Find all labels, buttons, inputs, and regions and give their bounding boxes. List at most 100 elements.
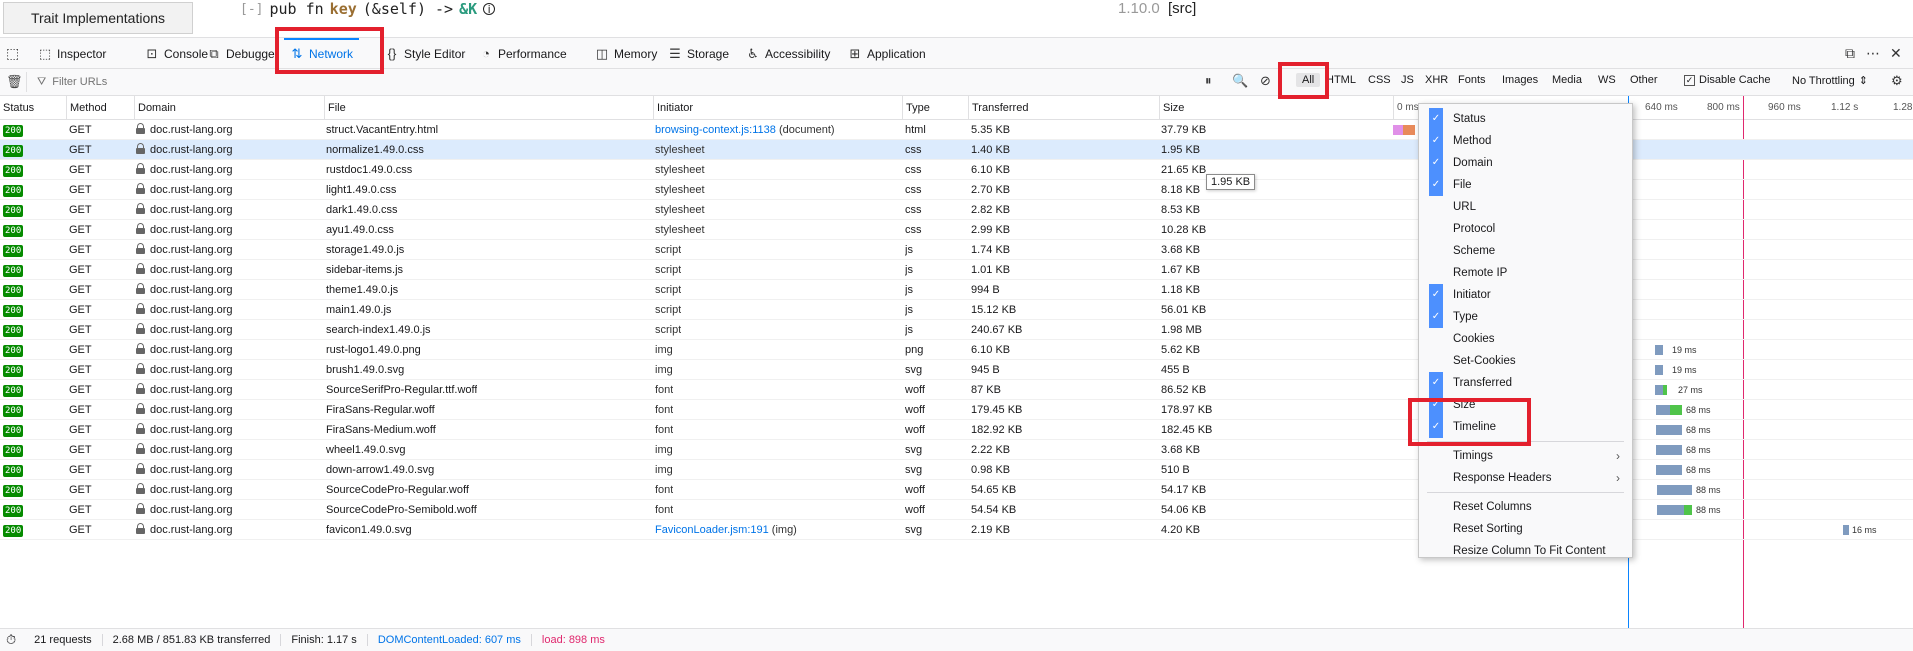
menu-item-remote-ip[interactable]: Remote IP bbox=[1419, 262, 1632, 284]
stopwatch-icon[interactable]: ⏱ bbox=[0, 632, 24, 648]
type-cell: js bbox=[905, 324, 913, 336]
menu-item-protocol[interactable]: Protocol bbox=[1419, 218, 1632, 240]
tab-performance[interactable]: ◔ Performance bbox=[479, 38, 567, 69]
initiator-link[interactable]: FaviconLoader.jsm:191 bbox=[655, 524, 769, 536]
menu-action-reset-columns[interactable]: Reset Columns bbox=[1419, 496, 1632, 518]
menu-action-reset-sorting[interactable]: Reset Sorting bbox=[1419, 518, 1632, 540]
initiator-cell: img bbox=[655, 460, 673, 480]
type-cell: woff bbox=[905, 404, 925, 416]
chevron-right-icon: › bbox=[1616, 449, 1620, 463]
disable-cache-checkbox[interactable]: ✓ Disable Cache bbox=[1684, 74, 1771, 86]
dock-options-icon[interactable]: ⧉ bbox=[1845, 45, 1855, 62]
menu-item-status[interactable]: ✓ Status bbox=[1419, 108, 1632, 130]
menu-item-set-cookies[interactable]: Set-Cookies bbox=[1419, 350, 1632, 372]
col-size[interactable]: Size bbox=[1159, 96, 1393, 120]
lock-icon bbox=[136, 123, 145, 134]
filter-type-ws[interactable]: WS bbox=[1598, 74, 1616, 86]
tab-inspector[interactable]: ⬚ Inspector bbox=[38, 38, 107, 69]
initiator-link[interactable]: browsing-context.js:1138 bbox=[655, 124, 776, 136]
type-cell: svg bbox=[905, 524, 923, 536]
filter-type-images[interactable]: Images bbox=[1502, 74, 1538, 86]
status-cell: 200 bbox=[3, 320, 24, 340]
collapse-toggle[interactable]: [-] bbox=[240, 2, 263, 17]
menu-item-transferred[interactable]: ✓ Transferred bbox=[1419, 372, 1632, 394]
initiator-text: script bbox=[655, 284, 682, 296]
tab-memory[interactable]: ◫ Memory bbox=[595, 38, 658, 69]
info-icon[interactable]: i bbox=[483, 3, 496, 16]
filter-type-xhr[interactable]: XHR bbox=[1425, 74, 1448, 86]
col-domain[interactable]: Domain bbox=[134, 96, 324, 120]
tab-application[interactable]: ⊞ Application bbox=[848, 38, 926, 69]
src-link[interactable]: [src] bbox=[1168, 0, 1196, 17]
lock-icon bbox=[136, 483, 145, 494]
timing-label: 88 ms bbox=[1696, 505, 1721, 515]
size-cell: 10.28 KB bbox=[1161, 224, 1207, 236]
initiator-text: font bbox=[655, 424, 674, 436]
tab-accessibility[interactable]: ♿ Accessibility bbox=[746, 38, 830, 69]
col-file[interactable]: File bbox=[324, 96, 653, 120]
trash-icon[interactable]: 🗑 bbox=[6, 74, 23, 90]
menu-item-method[interactable]: ✓ Method bbox=[1419, 130, 1632, 152]
col-method[interactable]: Method bbox=[66, 96, 134, 120]
status-cell: 200 bbox=[3, 360, 24, 380]
menu-item-type[interactable]: ✓ Type bbox=[1419, 306, 1632, 328]
col-initiator[interactable]: Initiator bbox=[653, 96, 902, 120]
file-cell: SourceSerifPro-Regular.ttf.woff bbox=[326, 384, 478, 396]
tab-style-editor[interactable]: {} Style Editor bbox=[385, 38, 466, 69]
initiator-text: stylesheet bbox=[655, 144, 705, 156]
close-icon[interactable]: ✕ bbox=[1890, 45, 1902, 62]
block-icon[interactable]: ⊘ bbox=[1260, 73, 1271, 89]
timing-bar bbox=[1403, 125, 1415, 135]
filter-type-html[interactable]: HTML bbox=[1326, 74, 1356, 86]
menu-action-resize-column-to-fit-content[interactable]: Resize Column To Fit Content bbox=[1419, 540, 1632, 562]
tab-console[interactable]: ⊡ Console bbox=[145, 38, 208, 69]
return-type[interactable]: &K bbox=[459, 0, 477, 18]
col-status[interactable]: Status bbox=[0, 96, 66, 120]
menu-item-label: Transferred bbox=[1453, 377, 1513, 389]
filter-type-other[interactable]: Other bbox=[1630, 74, 1658, 86]
domain-text: doc.rust-lang.org bbox=[150, 384, 233, 396]
type-cell: html bbox=[905, 124, 926, 136]
menu-item-initiator[interactable]: ✓ Initiator bbox=[1419, 284, 1632, 306]
method-cell: GET bbox=[69, 324, 92, 336]
filter-type-fonts[interactable]: Fonts bbox=[1458, 74, 1486, 86]
filter-type-media[interactable]: Media bbox=[1552, 74, 1582, 86]
menu-separator bbox=[1427, 492, 1624, 493]
trait-implementations-link[interactable]: Trait Implementations bbox=[3, 2, 193, 34]
filter-type-css[interactable]: CSS bbox=[1368, 74, 1391, 86]
filter-type-js[interactable]: JS bbox=[1401, 74, 1414, 86]
overflow-menu-icon[interactable]: ⋯ bbox=[1866, 45, 1880, 62]
menu-item-domain[interactable]: ✓ Domain bbox=[1419, 152, 1632, 174]
timing-label: 16 ms bbox=[1852, 525, 1877, 535]
type-cell: woff bbox=[905, 484, 925, 496]
file-cell: FiraSans-Medium.woff bbox=[326, 424, 436, 436]
menu-item-url[interactable]: URL bbox=[1419, 196, 1632, 218]
transferred-cell: 0.98 KB bbox=[971, 464, 1011, 476]
submenu-timings[interactable]: Timings › bbox=[1419, 445, 1632, 467]
tab-label: Application bbox=[867, 46, 926, 61]
initiator-cell: stylesheet bbox=[655, 220, 705, 240]
load-time: load: 898 ms bbox=[530, 634, 615, 646]
col-type[interactable]: Type bbox=[902, 96, 968, 120]
submenu-response-headers[interactable]: Response Headers › bbox=[1419, 467, 1632, 489]
menu-item-cookies[interactable]: Cookies bbox=[1419, 328, 1632, 350]
size-cell: 8.53 KB bbox=[1161, 204, 1201, 216]
col-transferred[interactable]: Transferred bbox=[968, 96, 1159, 120]
tab-storage[interactable]: ☰ Storage bbox=[668, 38, 729, 69]
type-cell: woff bbox=[905, 384, 925, 396]
filter-urls-input[interactable]: ⛛ Filter URLs bbox=[26, 72, 1196, 92]
file-cell: storage1.49.0.js bbox=[326, 244, 405, 256]
menu-item-file[interactable]: ✓ File bbox=[1419, 174, 1632, 196]
throttling-select[interactable]: No Throttling ⇕ bbox=[1792, 74, 1868, 88]
gear-icon[interactable]: ⚙ bbox=[1891, 73, 1903, 89]
transferred-cell: 182.92 KB bbox=[971, 424, 1023, 436]
timing-bar bbox=[1657, 505, 1684, 515]
element-picker-icon[interactable]: ⬚ bbox=[6, 45, 19, 62]
throttling-label: No Throttling bbox=[1792, 74, 1855, 87]
tab-debugger[interactable]: ⧉ Debugger bbox=[207, 38, 278, 69]
pause-icon[interactable]: ⏸ bbox=[1205, 73, 1212, 89]
status-badge: 200 bbox=[3, 445, 24, 457]
menu-item-scheme[interactable]: Scheme bbox=[1419, 240, 1632, 262]
lock-icon bbox=[136, 303, 145, 314]
search-icon[interactable]: 🔍 bbox=[1232, 73, 1248, 89]
